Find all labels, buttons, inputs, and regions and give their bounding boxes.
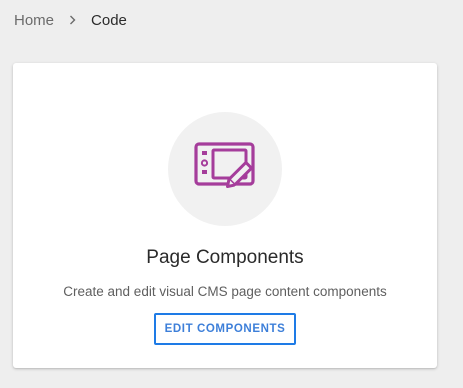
chevron-right-icon bbox=[68, 10, 78, 30]
card-title: Page Components bbox=[146, 247, 304, 268]
page-components-card: Page Components Create and edit visual C… bbox=[13, 63, 437, 368]
breadcrumb: Home Code bbox=[14, 10, 127, 30]
edit-components-button[interactable]: EDIT COMPONENTS bbox=[154, 313, 296, 345]
breadcrumb-home-link[interactable]: Home bbox=[14, 12, 54, 29]
breadcrumb-current: Code bbox=[91, 11, 127, 29]
tablet-pen-icon bbox=[194, 142, 255, 188]
card-description: Create and edit visual CMS page content … bbox=[63, 284, 387, 299]
icon-circle bbox=[168, 112, 282, 226]
